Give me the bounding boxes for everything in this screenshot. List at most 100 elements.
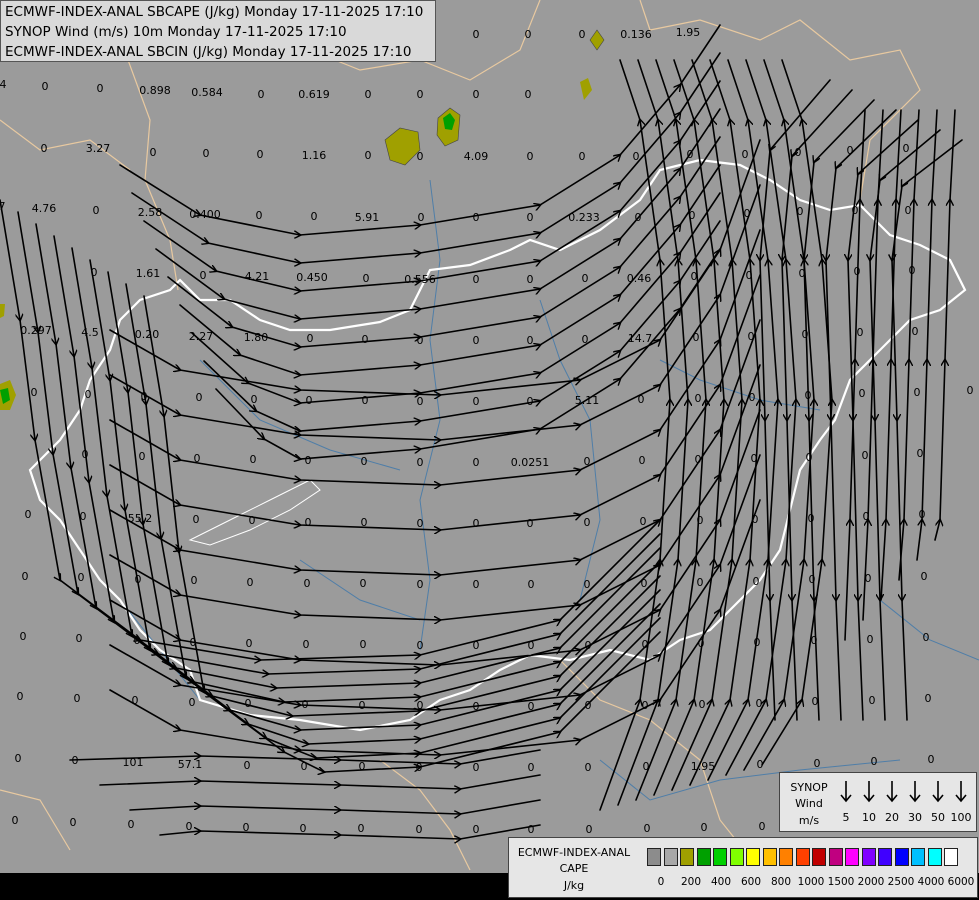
grid-value: 0: [579, 150, 586, 163]
cape-swatch: [927, 848, 942, 866]
grid-value: 0: [744, 207, 751, 220]
grid-value: 0: [189, 696, 196, 709]
cape-tick-label: 4000: [917, 876, 945, 888]
grid-value: 0: [417, 88, 424, 101]
grid-value: 0: [360, 638, 367, 651]
grid-value: 0: [903, 142, 910, 155]
grid-value: 55.2: [128, 512, 153, 525]
arrow-icon: [863, 781, 875, 803]
grid-value: 0: [641, 577, 648, 590]
cape-swatch: [779, 848, 793, 866]
title-cin: ECMWF-INDEX-ANAL SBCIN (J/kg) Monday 17-…: [5, 44, 412, 60]
cape-swatch: [911, 848, 925, 866]
grid-value: 0: [42, 80, 49, 93]
grid-value: 0: [754, 636, 761, 649]
grid-value: 0: [582, 272, 589, 285]
grid-value: 0: [82, 448, 89, 461]
grid-value: 0: [135, 573, 142, 586]
grid-value: 0: [361, 516, 368, 529]
grid-value: 1.16: [302, 149, 327, 162]
grid-value: 0: [928, 753, 935, 766]
grid-value: 0.136: [620, 28, 652, 41]
grid-value: 0: [795, 146, 802, 159]
grid-value: 0: [797, 205, 804, 218]
cape-legend-subtitle: CAPE: [559, 862, 589, 875]
grid-value: 0: [12, 814, 19, 827]
synop-speed: 100: [950, 811, 972, 824]
grid-value: 0.20: [135, 328, 160, 341]
grid-value: 0: [585, 761, 592, 774]
grid-value: 0: [862, 449, 869, 462]
title-cape: ECMWF-INDEX-ANAL SBCAPE (J/kg) Monday 17…: [5, 4, 424, 20]
grid-value: 0: [814, 757, 821, 770]
grid-value: 0.233: [568, 211, 600, 224]
cape-swatch: [762, 848, 777, 866]
grid-value: 0: [473, 456, 480, 469]
grid-value: 0: [695, 453, 702, 466]
grid-value: 0: [417, 334, 424, 347]
synop-speed: 20: [885, 811, 899, 824]
map-canvas[interactable]: 0 0 0.898 0.584 0 0.619 0 0 0 0 0 0 0 0 0.136 1.95 0 3.27…: [0, 0, 979, 900]
grid-value: 4.76: [32, 202, 57, 215]
grid-value: 0: [249, 514, 256, 527]
cape-swatch: [878, 848, 892, 866]
synop-legend: SYNOP Wind m/s 5 10 20 30 50 100: [779, 772, 977, 832]
cape-tick-label: 6000: [947, 876, 975, 888]
grid-value: 0: [742, 148, 749, 161]
cape-swatch: [944, 848, 958, 866]
grid-value: 0: [417, 517, 424, 530]
cape-swatch: [894, 848, 909, 866]
grid-value: 0: [417, 395, 424, 408]
grid-value: 0: [196, 391, 203, 404]
cape-swatch: [647, 848, 661, 866]
cape-swatch: [795, 848, 810, 866]
grid-value: 0: [635, 211, 642, 224]
grid-value: 0: [643, 760, 650, 773]
grid-value: 0: [91, 266, 98, 279]
grid-value: 1.95: [676, 26, 701, 39]
cape-tick-label: 1500: [827, 876, 855, 888]
grid-value: 0: [307, 332, 314, 345]
grid-value: 0: [805, 389, 812, 402]
grid-value: 0: [812, 695, 819, 708]
grid-value: 0: [756, 697, 763, 710]
grid-value: 1.80: [244, 331, 269, 344]
grid-value: 0: [244, 759, 251, 772]
grid-value: 0: [859, 387, 866, 400]
grid-value: 0: [306, 394, 313, 407]
grid-value: 0: [258, 88, 265, 101]
grid-value: 0: [473, 578, 480, 591]
grid-value: 0: [642, 699, 649, 712]
grid-value: 0: [418, 211, 425, 224]
grid-value: 1.95: [691, 760, 716, 773]
grid-value: 0: [203, 147, 210, 160]
synop-speed: 10: [862, 811, 876, 824]
grid-value: 0: [525, 28, 532, 41]
grid-value: 0.584: [191, 86, 223, 99]
grid-value: 0: [638, 393, 645, 406]
grid-value: 2.27: [189, 330, 214, 343]
grid-value: 0: [909, 264, 916, 277]
grid-value: 0: [753, 575, 760, 588]
grid-value: 1.61: [136, 267, 161, 280]
grid-value: 0: [247, 576, 254, 589]
grid-value: 0: [863, 510, 870, 523]
grid-value: 0: [362, 333, 369, 346]
grid-value: 0: [869, 694, 876, 707]
grid-value: 0: [473, 395, 480, 408]
grid-value: 0: [912, 325, 919, 338]
cape-swatch: [845, 848, 859, 866]
grid-value: 0: [257, 148, 264, 161]
grid-value: 0: [751, 452, 758, 465]
cape-swatch: [696, 848, 711, 866]
cape-tick-label: 0: [657, 876, 665, 888]
grid-value: 0: [528, 639, 535, 652]
cape-tick-label: 800: [770, 876, 792, 888]
grid-value: 0: [867, 633, 874, 646]
grid-value: 0: [128, 818, 135, 831]
grid-value: 0: [17, 690, 24, 703]
grid-value: 0: [305, 454, 312, 467]
grid-value: 0: [360, 577, 367, 590]
grid-value: 0: [582, 333, 589, 346]
grid-value: 0.0251: [511, 456, 550, 469]
